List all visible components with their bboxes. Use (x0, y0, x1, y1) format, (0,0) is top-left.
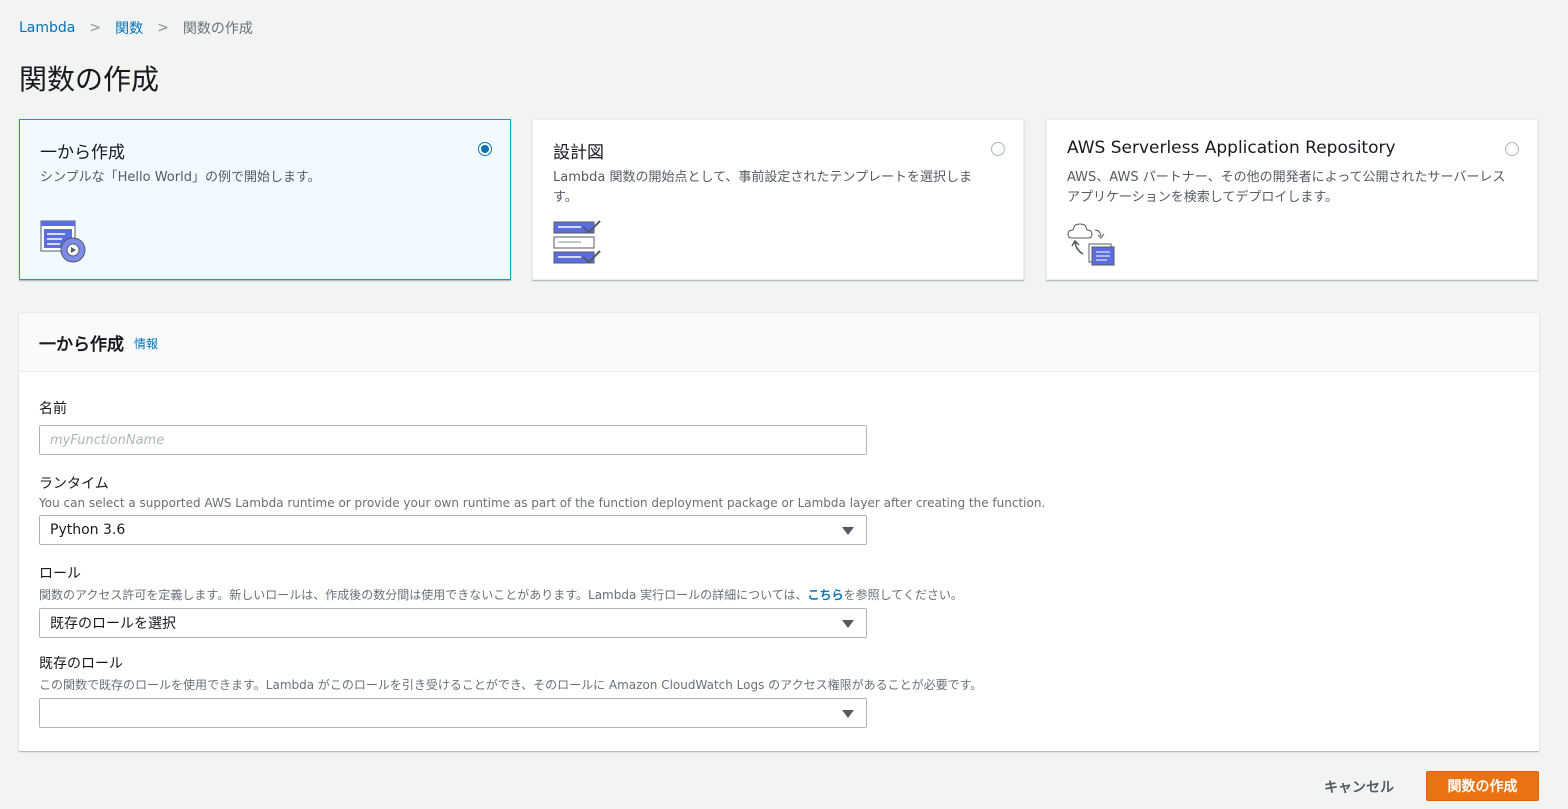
card-title: 一から作成 (40, 143, 125, 163)
role-select[interactable]: 既存のロールを選択 (39, 608, 867, 638)
page-title: 関数の作成 (19, 63, 160, 96)
breadcrumb-functions-link[interactable]: 関数 (115, 18, 143, 38)
radio-author-from-scratch[interactable] (478, 142, 492, 156)
breadcrumb-lambda-link[interactable]: Lambda (19, 20, 75, 36)
role-description: 関数のアクセス許可を定義します。新しいロールは、作成後の数分間は使用できないこと… (39, 586, 963, 603)
option-serverless-app-repo[interactable]: AWS Serverless Application Repository AW… (1046, 119, 1538, 280)
serverless-repo-icon (1067, 220, 1117, 270)
existing-role-select[interactable] (39, 698, 867, 728)
panel-header: 一から作成 情報 (19, 313, 1539, 372)
option-author-from-scratch[interactable]: 一から作成 シンプルな「Hello World」の例で開始します。 (19, 119, 511, 280)
runtime-description: You can select a supported AWS Lambda ru… (39, 496, 1046, 510)
card-description: Lambda 関数の開始点として、事前設定されたテンプレートを選択します。 (553, 170, 973, 205)
name-field: 名前 myFunctionName (39, 398, 867, 455)
panel-title: 一から作成 (39, 334, 124, 355)
blueprint-icon (553, 220, 603, 270)
option-blueprint[interactable]: 設計図 Lambda 関数の開始点として、事前設定されたテンプレートを選択します… (532, 119, 1024, 280)
caret-down-icon (842, 710, 854, 718)
card-title: 設計図 (553, 143, 604, 163)
author-from-scratch-icon (40, 220, 90, 270)
chevron-right-icon: > (157, 20, 169, 36)
cancel-button[interactable]: キャンセル (1324, 777, 1394, 797)
chevron-right-icon: > (89, 20, 102, 36)
role-select-value: 既存のロールを選択 (50, 616, 176, 632)
role-desc-text-end: を参照してください。 (843, 588, 963, 602)
runtime-select-value: Python 3.6 (50, 522, 126, 538)
runtime-label: ランタイム (39, 476, 109, 492)
info-link[interactable]: 情報 (134, 335, 158, 352)
caret-down-icon (842, 620, 854, 628)
runtime-select[interactable]: Python 3.6 (39, 515, 867, 545)
existing-role-field: 既存のロール この関数で既存のロールを使用できます。Lambda がこのロールを… (39, 653, 982, 728)
card-title: AWS Serverless Application Repository (1067, 138, 1396, 158)
function-name-input[interactable]: myFunctionName (39, 425, 867, 455)
role-desc-text: 関数のアクセス許可を定義します。新しいロールは、作成後の数分間は使用できないこと… (39, 588, 808, 602)
name-label: 名前 (39, 401, 67, 417)
existing-role-description: この関数で既存のロールを使用できます。Lambda がこのロールを引き受けること… (39, 678, 983, 692)
runtime-field: ランタイム You can select a supported AWS Lam… (39, 473, 1045, 545)
role-field: ロール 関数のアクセス許可を定義します。新しいロールは、作成後の数分間は使用でき… (39, 563, 963, 638)
role-label: ロール (39, 566, 81, 582)
caret-down-icon (842, 527, 854, 535)
author-from-scratch-panel: 一から作成 情報 名前 myFunctionName ランタイム You can… (19, 312, 1539, 751)
create-function-button[interactable]: 関数の作成 (1426, 771, 1539, 801)
breadcrumb: Lambda > 関数 > 関数の作成 (19, 18, 253, 38)
existing-role-label: 既存のロール (39, 656, 123, 672)
radio-serverless-app-repo[interactable] (1505, 142, 1519, 156)
breadcrumb-current: 関数の作成 (182, 21, 253, 37)
radio-blueprint[interactable] (991, 142, 1005, 156)
role-details-link[interactable]: こちら (808, 588, 844, 602)
card-description: AWS、AWS パートナー、その他の開発者によって公開されたサーバーレスアプリケ… (1067, 170, 1506, 205)
card-description: シンプルな「Hello World」の例で開始します。 (40, 170, 321, 185)
